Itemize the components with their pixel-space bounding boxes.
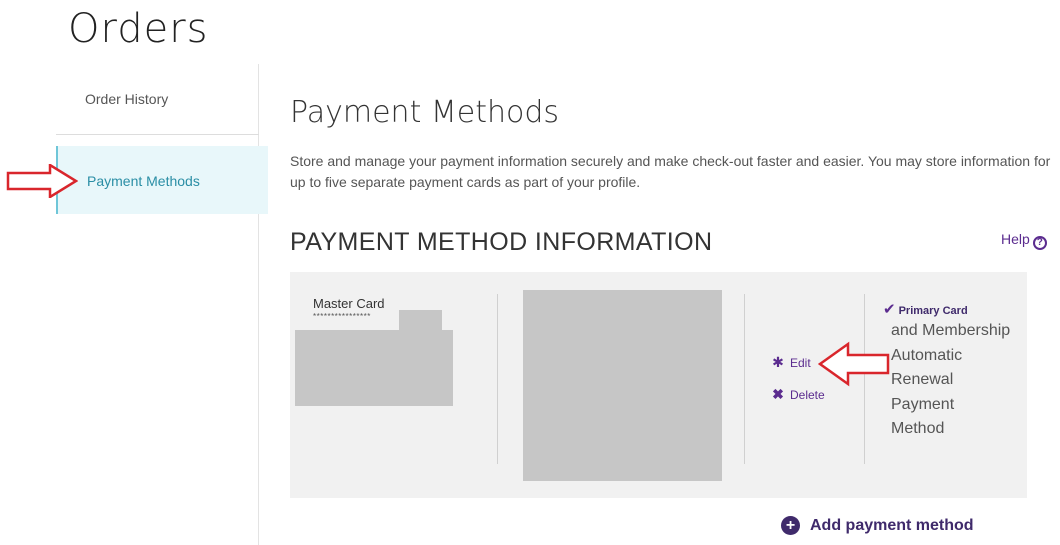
edit-button[interactable]: ✱ Edit xyxy=(771,354,811,371)
help-label: Help xyxy=(1001,231,1030,247)
checkmark-icon: ✔ xyxy=(883,301,896,318)
annotation-arrow-icon xyxy=(6,164,78,198)
card-brand: Master Card xyxy=(313,296,385,311)
sidebar: Order History Payment Methods xyxy=(56,64,268,545)
sidebar-item-order-history[interactable]: Order History xyxy=(56,64,259,135)
page-title: Orders xyxy=(68,6,209,52)
sidebar-item-label: Payment Methods xyxy=(87,173,200,189)
delete-label: Delete xyxy=(790,387,825,402)
add-payment-method-button[interactable]: + Add payment method xyxy=(781,516,974,535)
add-payment-method-label: Add payment method xyxy=(810,516,974,534)
edit-label: Edit xyxy=(790,355,811,370)
question-circle-icon: ? xyxy=(1032,236,1047,250)
sidebar-item-label: Order History xyxy=(85,91,169,107)
divider xyxy=(744,294,745,464)
plus-circle-icon: + xyxy=(781,516,800,535)
x-icon: ✖ xyxy=(772,386,784,402)
gear-icon: ✱ xyxy=(772,354,784,370)
section-title: Payment Methods xyxy=(290,95,560,130)
payment-card-panel: Master Card **************** ✱ Edit ✖ De… xyxy=(290,272,1027,498)
redacted-block xyxy=(399,310,442,332)
redacted-card-image xyxy=(523,290,722,481)
help-link[interactable]: Help? xyxy=(1001,231,1047,250)
divider xyxy=(497,294,498,464)
annotation-arrow-icon xyxy=(818,341,890,387)
primary-card-badge: ✔ Primary Card xyxy=(883,300,968,319)
sidebar-item-payment-methods[interactable]: Payment Methods xyxy=(56,146,268,214)
redacted-block xyxy=(295,330,453,406)
payment-info-heading: PAYMENT METHOD INFORMATION xyxy=(290,228,713,256)
primary-card-label: Primary Card xyxy=(898,305,968,317)
card-number-masked: **************** xyxy=(313,312,371,321)
primary-card-description: and Membership Automatic Renewal Payment… xyxy=(891,322,1011,437)
section-description: Store and manage your payment informatio… xyxy=(290,153,1051,190)
delete-button[interactable]: ✖ Delete xyxy=(771,386,825,403)
